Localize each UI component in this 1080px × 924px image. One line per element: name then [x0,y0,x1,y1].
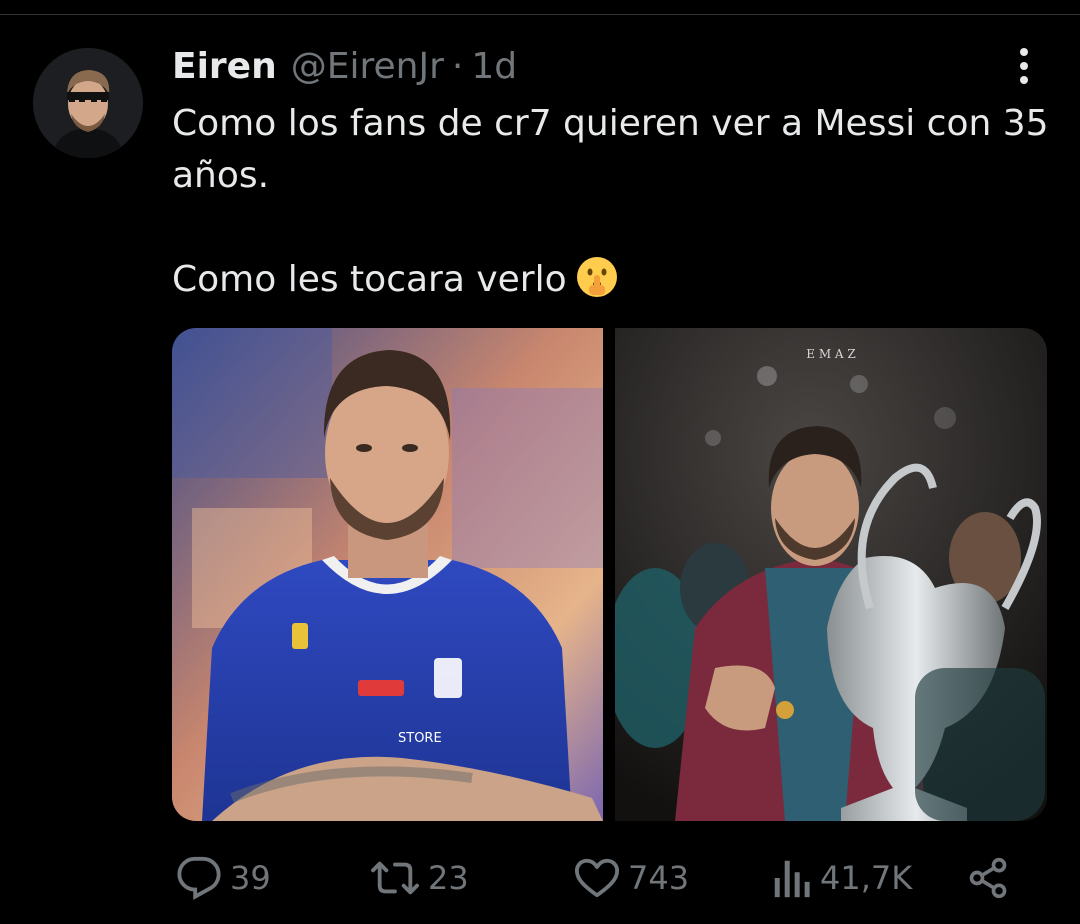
reply-count: 39 [230,859,271,897]
retweet-icon [370,855,420,901]
avatar[interactable] [33,48,143,158]
retweet-button[interactable]: 23 [370,850,469,906]
tweet-text-line-2: Como les tocara verlo [172,259,567,300]
photo-watermark: E M A Z [806,347,856,361]
top-divider [0,14,1080,15]
author-handle[interactable]: @EirenJr [291,46,444,87]
action-bar: 39 23 743 41,7K [0,850,1080,906]
tweet-text-line-1: Como los fans de cr7 quieren ver a Messi… [172,103,1049,196]
shushing-face-emoji-icon [575,255,619,314]
reply-icon [176,855,222,901]
tweet-text: Como los fans de cr7 quieren ver a Messi… [172,98,1052,314]
timestamp[interactable]: 1d [471,46,517,87]
share-icon [966,855,1010,901]
views-button[interactable]: 41,7K [772,850,912,906]
tweet-media[interactable]: STORE E M A Z [172,328,1047,821]
jersey-store-text: STORE [398,731,442,746]
separator: · [451,45,464,87]
like-icon [574,855,620,901]
views-count: 41,7K [820,859,913,897]
views-icon [772,855,812,901]
media-photo-2[interactable]: E M A Z [615,328,1047,821]
media-photo-1[interactable]: STORE [172,328,603,821]
like-button[interactable]: 743 [574,850,689,906]
tweet-header: Eiren @EirenJr · 1d [172,40,517,92]
retweet-count: 23 [428,859,469,897]
author-name[interactable]: Eiren [172,46,277,87]
reply-button[interactable]: 39 [176,850,271,906]
more-icon[interactable] [1004,44,1044,88]
share-button[interactable] [966,850,1010,906]
like-count: 743 [628,859,690,897]
